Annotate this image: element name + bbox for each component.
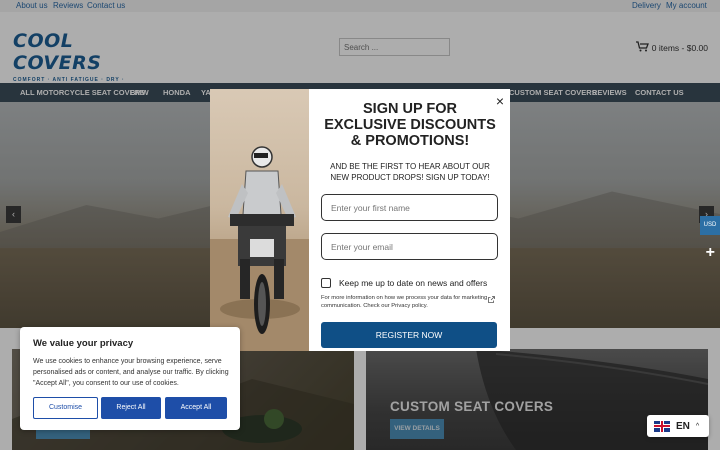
newsletter-consent[interactable]: Keep me up to date on news and offers xyxy=(321,278,487,288)
motorcycle-rider-image xyxy=(210,89,309,351)
chevron-up-icon: ^ xyxy=(695,422,700,430)
newsletter-checkbox[interactable] xyxy=(321,278,331,288)
plus-icon[interactable]: + xyxy=(706,244,715,262)
email-field[interactable] xyxy=(321,233,498,260)
customise-button[interactable]: Customise xyxy=(33,397,98,419)
language-code: EN xyxy=(676,420,690,432)
cookie-title: We value your privacy xyxy=(33,338,134,349)
cookie-text: We use cookies to enhance your browsing … xyxy=(33,358,229,387)
accept-all-button[interactable]: Accept All xyxy=(165,397,227,419)
newsletter-checkbox-label: Keep me up to date on news and offers xyxy=(339,278,488,288)
register-now-button[interactable]: REGISTER NOW xyxy=(321,322,497,348)
signup-modal: × SIGN UP FOR EXCLUSIVE DISCOUNTS & PROM… xyxy=(210,89,510,351)
privacy-info-text: For more information on how we process y… xyxy=(321,295,488,309)
modal-subtitle: AND BE THE FIRST TO HEAR ABOUT OUR NEW P… xyxy=(330,162,490,182)
currency-switcher[interactable]: USD xyxy=(700,216,720,235)
first-name-field[interactable] xyxy=(321,194,498,221)
modal-title: SIGN UP FOR EXCLUSIVE DISCOUNTS & PROMOT… xyxy=(324,101,496,149)
external-link-icon[interactable] xyxy=(488,296,495,305)
reject-all-button[interactable]: Reject All xyxy=(101,397,161,419)
cookie-consent-banner: We value your privacy We use cookies to … xyxy=(20,327,240,430)
language-switcher[interactable]: EN ^ xyxy=(647,415,709,437)
uk-flag-icon xyxy=(654,420,670,432)
